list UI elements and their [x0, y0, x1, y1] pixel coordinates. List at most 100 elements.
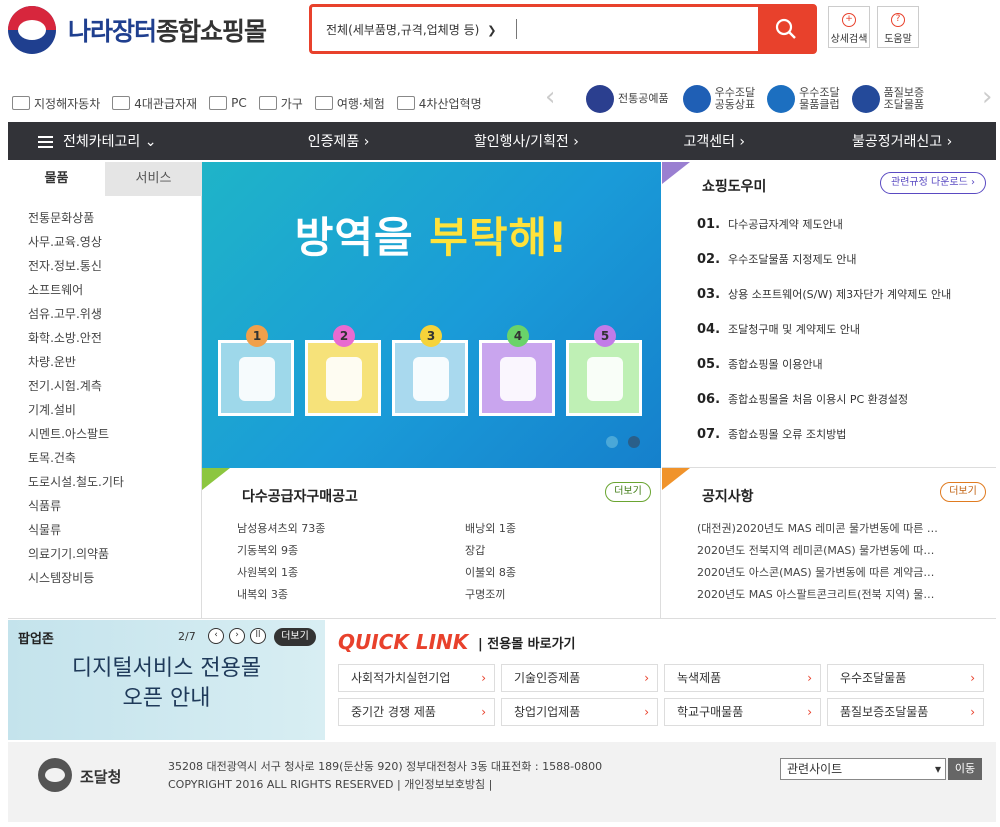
chevron-right-icon: › [970, 671, 975, 685]
category-item[interactable]: 시멘트.아스팔트 [28, 422, 124, 446]
related-site-select[interactable]: 관련사이트 ▾ [780, 758, 946, 780]
slide-dot-active[interactable] [628, 436, 640, 448]
prev-icon[interactable]: ‹ [208, 628, 224, 644]
quicklink-title: QUICK LINK [338, 630, 469, 654]
category-item[interactable]: 전자.정보.통신 [28, 254, 124, 278]
brand-quality[interactable]: 품질보증 조달물품 [851, 85, 924, 113]
quicklink-button[interactable]: 사회적가치실현기업 › [338, 664, 495, 692]
quicklink-button[interactable]: 기술인증제품 › [501, 664, 658, 692]
go-button[interactable]: 이동 [948, 758, 982, 780]
banner-product-image[interactable] [566, 340, 642, 416]
popup-banner[interactable]: 디지털서비스 전용몰 오픈 안내 [8, 654, 325, 714]
nav-events[interactable]: 할인행사/기획전 › [432, 131, 620, 151]
category-item[interactable]: 소프트웨어 [28, 278, 124, 302]
detail-search-button[interactable]: + 상세검색 [828, 6, 870, 48]
category-item[interactable]: 전통문화상품 [28, 206, 124, 230]
quick-menu-item[interactable]: 여행·체험 [314, 95, 385, 112]
next-icon[interactable]: › [229, 628, 245, 644]
download-rules-button[interactable]: 관련규정 다운로드 › [880, 172, 986, 194]
site-logo[interactable]: 나라장터종합쇼핑몰 [8, 6, 308, 54]
mas-item[interactable]: 내복외 3종 [237, 584, 325, 606]
notice-more-button[interactable]: 더보기 [940, 482, 986, 502]
search-button[interactable] [758, 7, 814, 51]
quicklink-button[interactable]: 학교구매물품 › [664, 698, 821, 726]
banner-product-image[interactable] [392, 340, 468, 416]
mas-item[interactable]: 이불외 8종 [465, 562, 516, 584]
category-item[interactable]: 의료기기.의약품 [28, 542, 124, 566]
mas-item[interactable]: 구명조끼 [465, 584, 516, 606]
notice-item[interactable]: (대전권)2020년도 MAS 레미콘 물가변동에 따른 … [697, 518, 938, 540]
taegeuk-logo-icon [8, 6, 56, 54]
quick-menu-item[interactable]: 4대관급자재 [112, 95, 197, 112]
guide-item[interactable]: 03. 상용 소프트웨어(S/W) 제3자단가 계약제도 안내 [697, 284, 951, 319]
quicklink-button[interactable]: 창업기업제품 › [501, 698, 658, 726]
search-input[interactable] [522, 15, 757, 43]
slide-dot[interactable] [606, 436, 618, 448]
pause-icon[interactable]: ll [250, 628, 266, 644]
main-banner[interactable]: 방역을 부탁해! 1 2 3 4 5 [202, 162, 661, 468]
banner-product-image[interactable] [218, 340, 294, 416]
help-button[interactable]: ? 도움말 [877, 6, 919, 48]
nav-customer-center[interactable]: 고객센터 › [620, 131, 808, 151]
banner-title: 방역을 부탁해! [294, 213, 569, 262]
nav-certified[interactable]: 인증제품 › [245, 131, 433, 151]
guide-item[interactable]: 05. 종합쇼핑몰 이용안내 [697, 354, 951, 389]
notice-item[interactable]: 2020년도 아스콘(MAS) 물가변동에 따른 계약금… [697, 562, 938, 584]
category-item[interactable]: 토목.건축 [28, 446, 124, 470]
banner-product-image[interactable] [479, 340, 555, 416]
category-item[interactable]: 전기.시험.계측 [28, 374, 124, 398]
quick-menu-item[interactable]: PC [209, 96, 247, 110]
category-item[interactable]: 사무.교육.영상 [28, 230, 124, 254]
guide-item[interactable]: 06. 종합쇼핑몰을 처음 이용시 PC 환경설정 [697, 389, 951, 424]
tab-goods[interactable]: 물품 [8, 162, 105, 196]
brand-next-icon[interactable]: › [982, 82, 992, 112]
mas-item[interactable]: 기동복외 9종 [237, 540, 325, 562]
megaphone-corner-icon [662, 468, 690, 490]
chevron-right-icon: › [644, 705, 649, 719]
guide-item-number: 03. [697, 287, 721, 302]
guide-item[interactable]: 07. 종합쇼핑몰 오류 조치방법 [697, 424, 951, 459]
nav-report[interactable]: 불공정거래신고 › [808, 131, 996, 151]
mas-item[interactable]: 장갑 [465, 540, 516, 562]
brand-logo-icon [851, 85, 880, 113]
banner-product-image[interactable] [305, 340, 381, 416]
chevron-right-icon: › [970, 705, 975, 719]
category-item[interactable]: 도로시설.철도.기타 [28, 470, 124, 494]
quicklink-button[interactable]: 녹색제품 › [664, 664, 821, 692]
mas-item[interactable]: 사원복외 1종 [237, 562, 325, 584]
category-item[interactable]: 화학.소방.안전 [28, 326, 124, 350]
mas-item[interactable]: 배낭외 1종 [465, 518, 516, 540]
guide-item-number: 07. [697, 427, 721, 442]
quick-menu-item[interactable]: 가구 [258, 95, 303, 112]
mas-item[interactable]: 남성용셔츠외 73종 [237, 518, 325, 540]
brand-traditional[interactable]: 전통공예품 [586, 85, 669, 113]
quicklink-button[interactable]: 우수조달물품 › [827, 664, 984, 692]
category-item[interactable]: 식물류 [28, 518, 124, 542]
category-item[interactable]: 시스템장비등 [28, 566, 124, 590]
tab-services[interactable]: 서비스 [105, 162, 202, 196]
guide-item[interactable]: 02. 우수조달물품 지정제도 안내 [697, 249, 951, 284]
product-shape-icon [326, 357, 362, 401]
quick-menu-item[interactable]: 4차산업혁명 [396, 95, 482, 112]
notice-item[interactable]: 2020년도 전북지역 레미콘(MAS) 물가변동에 따… [697, 540, 938, 562]
quicklink-button[interactable]: 중기간 경쟁 제품 › [338, 698, 495, 726]
category-item[interactable]: 섬유.고무.위생 [28, 302, 124, 326]
brand-excellent-club[interactable]: 우수조달 물품클럽 [767, 85, 840, 113]
guide-item[interactable]: 04. 조달청구매 및 계약제도 안내 [697, 319, 951, 354]
category-item[interactable]: 식품류 [28, 494, 124, 518]
quick-menu-item[interactable]: 지정해자동차 [12, 95, 100, 112]
copyright[interactable]: COPYRIGHT 2016 ALL RIGHTS RESERVED | 개인정… [168, 776, 602, 794]
mas-title: 다수공급자구매공고 [242, 489, 358, 505]
category-item[interactable]: 차량.운반 [28, 350, 124, 374]
quicklink-button[interactable]: 품질보증조달물품 › [827, 698, 984, 726]
brand-prev-icon[interactable]: ‹ [545, 82, 555, 112]
category-item[interactable]: 기계.설비 [28, 398, 124, 422]
guide-item-number: 04. [697, 322, 721, 337]
guide-item[interactable]: 01. 다수공급자계약 제도안내 [697, 214, 951, 249]
notice-item[interactable]: 2020년도 MAS 아스팔트콘크리트(전북 지역) 물… [697, 584, 938, 606]
brand-excellent-common[interactable]: 우수조달 공동상표 [682, 85, 755, 113]
popup-more-button[interactable]: 더보기 [274, 628, 316, 646]
search-scope-select[interactable]: 전체(세부품명,규격,업체명 등) ❯ [326, 21, 497, 38]
nav-all-category[interactable]: 전체카테고리 ⌄ [8, 131, 245, 151]
mas-more-button[interactable]: 더보기 [605, 482, 651, 502]
